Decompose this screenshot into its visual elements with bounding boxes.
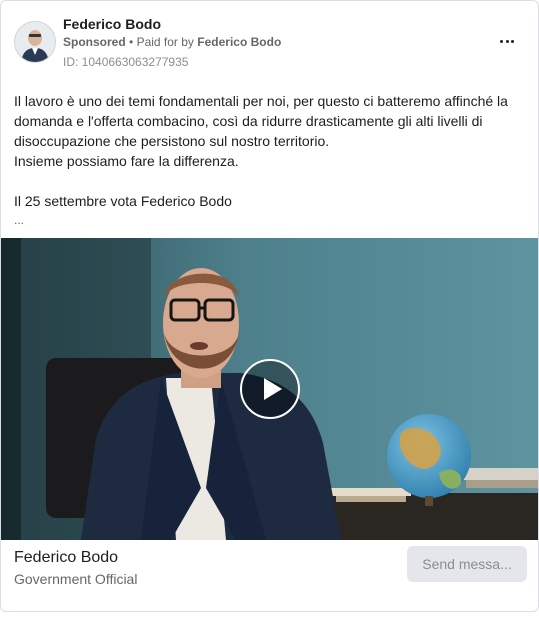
profile-photo xyxy=(15,22,55,62)
paid-for-name: Federico Bodo xyxy=(197,35,282,49)
ad-id: ID: 1040663063277935 xyxy=(63,55,189,69)
page-name[interactable]: Federico Bodo xyxy=(63,16,161,32)
meta-separator: • xyxy=(129,35,134,49)
more-dot xyxy=(511,40,514,43)
body-paragraph: Il lavoro è uno dei temi fondamentali pe… xyxy=(14,93,508,149)
more-options-button[interactable] xyxy=(495,31,519,51)
more-dot xyxy=(505,40,509,43)
body-paragraph: Il 25 settembre vota Federico Bodo xyxy=(14,193,232,209)
ad-body-text: Il lavoro è uno dei temi fondamentali pe… xyxy=(14,91,526,229)
see-more-ellipsis[interactable]: ... xyxy=(14,211,526,229)
send-message-button[interactable]: Send messa... xyxy=(407,546,527,582)
play-icon xyxy=(264,378,282,400)
ad-footer: Federico Bodo Government Official Send m… xyxy=(1,540,538,611)
more-horizontal-icon xyxy=(500,40,503,43)
ad-header: Federico Bodo Sponsored • Paid for by Fe… xyxy=(1,1,538,81)
ad-card: Federico Bodo Sponsored • Paid for by Fe… xyxy=(0,0,539,612)
play-button[interactable] xyxy=(240,359,300,419)
paid-for-prefix: Paid for by xyxy=(136,35,194,49)
footer-page-name[interactable]: Federico Bodo xyxy=(14,549,118,567)
sponsored-label: Sponsored xyxy=(63,35,126,49)
body-paragraph: Insieme possiamo fare la differenza. xyxy=(14,153,239,169)
footer-category: Government Official xyxy=(14,571,138,587)
sponsored-line: Sponsored • Paid for by Federico Bodo xyxy=(63,35,281,49)
avatar[interactable] xyxy=(14,21,56,63)
